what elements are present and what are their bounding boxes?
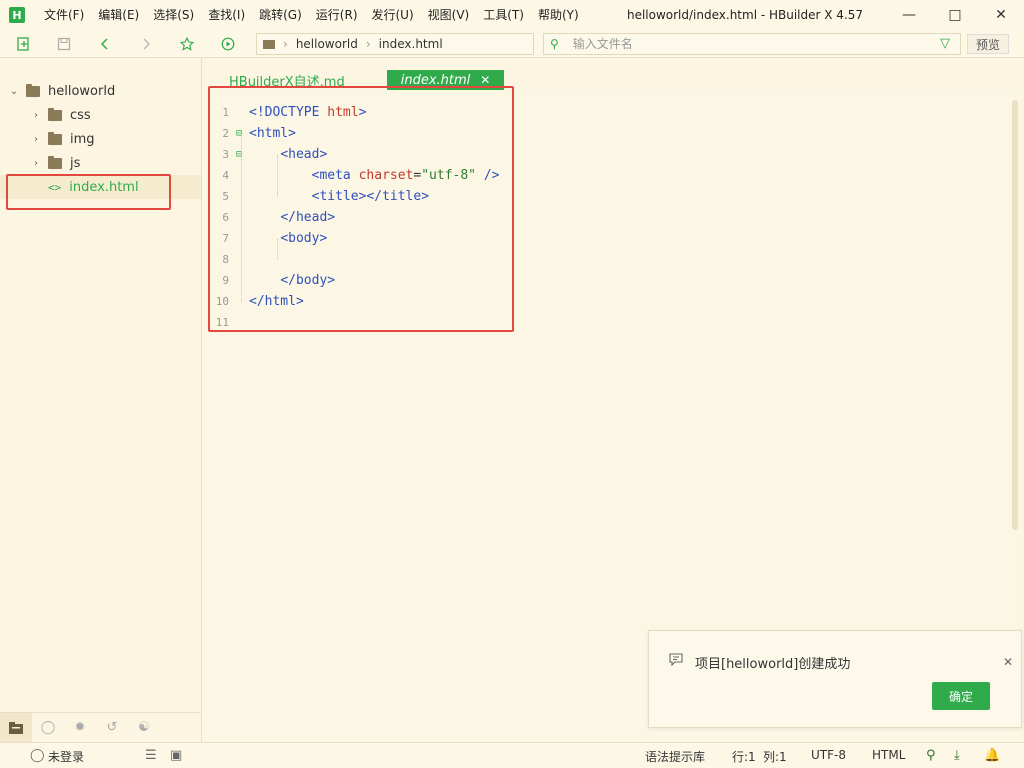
bell-icon[interactable]: 🔔 — [984, 748, 1000, 763]
highlight-box-code — [208, 86, 514, 332]
save-icon[interactable] — [54, 34, 74, 54]
file-search-box: ⚲ ▽ — [543, 33, 961, 55]
breadcrumb-project[interactable]: helloworld — [296, 37, 358, 51]
menu-edit[interactable]: 编辑(E) — [91, 0, 146, 30]
project-folder-icon — [263, 39, 275, 49]
bug-icon[interactable]: ✹ — [64, 713, 96, 743]
app-logo-icon: H — [9, 7, 25, 23]
menu-run[interactable]: 运行(R) — [309, 0, 365, 30]
highlight-box-file — [6, 174, 171, 210]
binoculars-icon[interactable]: ◯ — [32, 713, 64, 743]
filter-icon[interactable]: ▽ — [940, 36, 950, 51]
encoding[interactable]: UTF-8 — [811, 748, 846, 762]
cursor-col[interactable]: 列:1 — [763, 748, 787, 765]
download-icon[interactable]: ⤓ — [954, 748, 960, 763]
ok-button[interactable]: 确定 — [932, 682, 990, 710]
chevron-right-icon[interactable]: › — [30, 134, 42, 145]
chevron-down-icon[interactable]: ⌄ — [8, 86, 20, 97]
tree-item-project[interactable]: ⌄ helloworld — [0, 79, 201, 103]
window-controls: — □ ✕ — [886, 0, 1024, 30]
menu-publish[interactable]: 发行(U) — [365, 0, 421, 30]
editor-scrollbar[interactable] — [1012, 100, 1018, 530]
back-icon[interactable] — [95, 34, 115, 54]
project-sidebar: ⌄ helloworld › css › img › js <> index.h… — [0, 58, 202, 743]
tree-item-label: css — [70, 107, 91, 123]
menu-goto[interactable]: 跳转(G) — [252, 0, 309, 30]
sidebar-tab-bar: ◯ ✹ ↺ ☯ — [0, 712, 201, 743]
search-file-icon: ⚲ — [550, 37, 559, 51]
folder-icon — [48, 155, 62, 169]
tree-item-label: helloworld — [48, 83, 116, 99]
tree-item-js[interactable]: › js — [0, 151, 201, 175]
preview-button[interactable]: 预览 — [967, 34, 1009, 54]
menu-select[interactable]: 选择(S) — [146, 0, 201, 30]
new-file-icon[interactable] — [14, 34, 34, 54]
star-icon[interactable] — [177, 34, 197, 54]
list-icon[interactable]: ☰ — [145, 748, 157, 763]
menu-find[interactable]: 查找(I) — [201, 0, 252, 30]
terminal-icon[interactable]: ▣ — [170, 748, 182, 763]
menu-file[interactable]: 文件(F) — [37, 0, 91, 30]
status-bar: ◯ 未登录 ☰ ▣ 语法提示库 行:1 列:1 UTF-8 HTML ⚲ ⤓ 🔔 — [0, 742, 1024, 768]
title-bar: H 文件(F) 编辑(E) 选择(S) 查找(I) 跳转(G) 运行(R) 发行… — [0, 0, 1024, 30]
breadcrumb-file[interactable]: index.html — [379, 37, 443, 51]
folder-icon — [48, 107, 62, 121]
notification-popup: 项目[helloworld]创建成功 ✕ 确定 — [648, 630, 1022, 728]
chevron-right-icon[interactable]: › — [30, 110, 42, 121]
project-manager-icon[interactable] — [0, 712, 32, 743]
close-tab-icon[interactable]: ✕ — [480, 73, 490, 87]
notification-message: 项目[helloworld]创建成功 — [695, 657, 851, 672]
chevron-right-icon[interactable]: › — [30, 158, 42, 169]
message-icon — [669, 653, 683, 670]
breadcrumb: › helloworld › index.html — [256, 33, 534, 55]
window-title: helloworld/index.html - HBuilder X 4.57 — [626, 8, 864, 22]
forward-icon[interactable] — [136, 34, 156, 54]
menu-bar: 文件(F) 编辑(E) 选择(S) 查找(I) 跳转(G) 运行(R) 发行(U… — [37, 0, 586, 30]
maximize-icon[interactable]: □ — [932, 0, 978, 30]
tree-item-label: js — [70, 155, 81, 171]
run-icon[interactable] — [218, 34, 238, 54]
tree-item-label: img — [70, 131, 95, 147]
close-window-icon[interactable]: ✕ — [978, 0, 1024, 30]
tree-item-img[interactable]: › img — [0, 127, 201, 151]
folder-icon — [48, 131, 62, 145]
folder-icon — [26, 83, 40, 97]
git-icon[interactable]: ↺ — [96, 713, 128, 743]
menu-help[interactable]: 帮助(Y) — [531, 0, 586, 30]
language-mode[interactable]: HTML — [872, 748, 905, 762]
menu-tools[interactable]: 工具(T) — [476, 0, 531, 30]
toolbar: › helloworld › index.html ⚲ ▽ 预览 — [0, 30, 1024, 58]
user-icon[interactable]: ◯ — [30, 748, 45, 763]
syntax-hint-library[interactable]: 语法提示库 — [645, 748, 705, 765]
cursor-row[interactable]: 行:1 — [732, 748, 756, 765]
login-status[interactable]: 未登录 — [48, 748, 84, 765]
menu-view[interactable]: 视图(V) — [421, 0, 477, 30]
breadcrumb-separator-icon: › — [283, 37, 288, 51]
plugin-icon[interactable]: ☯ — [128, 713, 160, 743]
tree-item-css[interactable]: › css — [0, 103, 201, 127]
minimize-icon[interactable]: — — [886, 0, 932, 30]
search-icon[interactable]: ⚲ — [926, 748, 936, 763]
close-icon[interactable]: ✕ — [1003, 655, 1013, 669]
breadcrumb-separator-icon: › — [365, 37, 371, 51]
file-search-input[interactable] — [572, 37, 913, 51]
